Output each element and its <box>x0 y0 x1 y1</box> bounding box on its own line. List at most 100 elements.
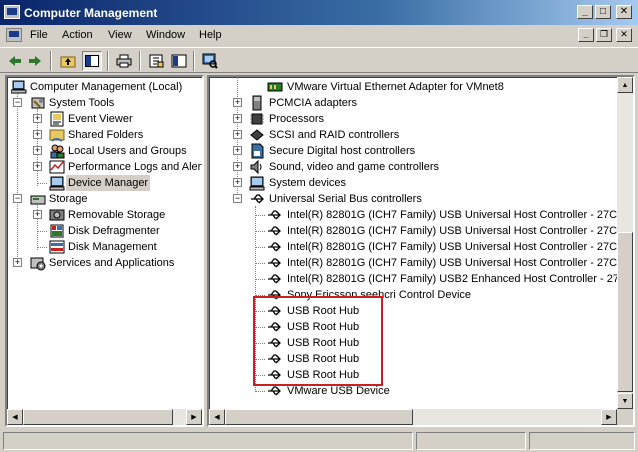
tree-item-disk-defragmenter[interactable]: Disk Defragmenter <box>9 223 202 239</box>
minimize-button[interactable]: _ <box>577 5 593 19</box>
properties-button[interactable] <box>146 51 166 71</box>
up-one-level-button[interactable] <box>58 51 78 71</box>
tree-item-event-viewer[interactable]: + Event Viewer <box>9 111 202 127</box>
collapse-icon[interactable]: − <box>13 194 22 203</box>
menu-window[interactable]: Window <box>146 29 185 41</box>
toolbar-separator <box>193 51 195 71</box>
tree-line <box>255 231 265 232</box>
title-bar[interactable]: Computer Management _ □ ✕ <box>0 0 638 25</box>
scroll-right-button[interactable]: ▶ <box>186 409 202 425</box>
tree-item-services-applications[interactable]: + Services and Applications <box>9 255 202 271</box>
category-label: PCMCIA adapters <box>269 97 358 109</box>
tree-label: System Tools <box>49 97 115 109</box>
tree-item-system-tools[interactable]: − System Tools <box>9 95 202 111</box>
tree-item-disk-management[interactable]: Disk Management <box>9 239 202 255</box>
tree-item-shared-folders[interactable]: + Shared Folders <box>9 127 202 143</box>
expand-icon[interactable]: + <box>33 146 42 155</box>
tree-line <box>37 247 47 248</box>
tree-item-device-manager[interactable]: Device Manager <box>9 175 202 191</box>
category-label: System devices <box>269 177 347 189</box>
close-button[interactable]: ✕ <box>616 5 632 19</box>
expand-icon[interactable]: + <box>233 146 242 155</box>
expand-icon[interactable]: + <box>13 258 22 267</box>
tree-label: Computer Management (Local) <box>30 81 183 93</box>
scan-hardware-icon <box>202 53 218 69</box>
mdi-restore-button[interactable]: ❐ <box>596 28 612 42</box>
system-tools-icon <box>31 97 45 109</box>
scan-hardware-button[interactable] <box>200 51 220 71</box>
sd-card-icon <box>251 143 264 159</box>
scroll-up-button[interactable]: ▲ <box>617 77 633 93</box>
tree-item-root[interactable]: Computer Management (Local) <box>9 79 202 95</box>
help-icon <box>171 54 187 68</box>
maximize-button[interactable]: □ <box>595 5 611 19</box>
console-tree-pane[interactable]: Computer Management (Local) − System Too… <box>5 75 204 427</box>
expand-icon[interactable]: + <box>233 130 242 139</box>
toolbar-separator <box>139 51 141 71</box>
horizontal-scroll-thumb[interactable] <box>225 409 413 425</box>
collapse-icon[interactable]: − <box>233 194 242 203</box>
help-button[interactable] <box>169 51 189 71</box>
back-button[interactable] <box>5 51 25 71</box>
tree-item-performance-logs[interactable]: + Performance Logs and Alerts <box>9 159 204 175</box>
menu-file[interactable]: File <box>30 29 48 41</box>
expand-icon[interactable]: + <box>233 98 242 107</box>
tree-label: Event Viewer <box>68 113 133 125</box>
tree-label: Removable Storage <box>68 209 166 221</box>
collapse-icon[interactable]: − <box>13 98 22 107</box>
users-icon <box>50 144 65 159</box>
status-pane-main <box>3 432 413 450</box>
expand-icon[interactable]: + <box>233 114 242 123</box>
toolbar-separator <box>50 51 52 71</box>
disk-defragmenter-icon <box>50 224 64 238</box>
forward-arrow-icon <box>29 56 41 66</box>
horizontal-scroll-thumb[interactable] <box>23 409 173 425</box>
vertical-scroll-thumb[interactable] <box>617 232 633 392</box>
tree-label: Disk Defragmenter <box>68 225 160 237</box>
tree-label: Local Users and Groups <box>68 145 187 157</box>
expand-icon[interactable]: + <box>233 162 242 171</box>
usb-icon <box>268 210 281 220</box>
tree-label: Disk Management <box>68 241 157 253</box>
expand-icon[interactable]: + <box>33 114 42 123</box>
device-label: Intel(R) 82801G (ICH7 Family) USB Univer… <box>287 257 625 269</box>
network-adapter-icon <box>267 82 283 92</box>
scroll-down-button[interactable]: ▼ <box>617 393 633 409</box>
pcmcia-icon <box>252 95 262 111</box>
tree-item-removable-storage[interactable]: + Removable Storage <box>9 207 202 223</box>
forward-button[interactable] <box>25 51 45 71</box>
scroll-left-button[interactable]: ◀ <box>7 409 23 425</box>
menu-action[interactable]: Action <box>62 29 93 41</box>
usb-icon <box>268 258 281 268</box>
system-menu-icon[interactable] <box>6 28 22 42</box>
status-bar <box>0 430 638 452</box>
expand-icon[interactable]: + <box>233 178 242 187</box>
tree-line <box>255 391 265 392</box>
usb-root-hub-highlight-box <box>253 296 383 386</box>
expand-icon[interactable]: + <box>33 210 42 219</box>
scroll-left-button[interactable]: ◀ <box>209 409 225 425</box>
expand-icon[interactable]: + <box>33 130 42 139</box>
device-manager-icon <box>49 176 65 191</box>
mdi-close-button[interactable]: ✕ <box>616 28 632 42</box>
expand-icon[interactable]: + <box>33 162 42 171</box>
tree-label: Performance Logs and Alerts <box>68 161 204 173</box>
device-label: Intel(R) 82801G (ICH7 Family) USB2 Enhan… <box>287 273 635 285</box>
mdi-minimize-button[interactable]: _ <box>578 28 594 42</box>
shared-folder-icon <box>49 129 65 142</box>
menu-view[interactable]: View <box>108 29 132 41</box>
usb-icon <box>268 242 281 252</box>
tree-item-local-users[interactable]: + Local Users and Groups <box>9 143 202 159</box>
properties-icon <box>149 54 164 68</box>
menu-help[interactable]: Help <box>199 29 222 41</box>
scroll-right-button[interactable]: ▶ <box>601 409 617 425</box>
print-button[interactable] <box>114 51 134 71</box>
status-pane-secondary <box>416 432 526 450</box>
computer-management-icon[interactable] <box>4 5 20 19</box>
tree-label: Services and Applications <box>49 257 175 269</box>
window-title: Computer Management <box>24 6 158 20</box>
tree-item-storage[interactable]: − Storage <box>9 191 202 207</box>
show-hide-console-tree-button[interactable] <box>82 51 102 71</box>
performance-logs-icon <box>49 160 65 174</box>
usb-icon <box>251 194 264 204</box>
